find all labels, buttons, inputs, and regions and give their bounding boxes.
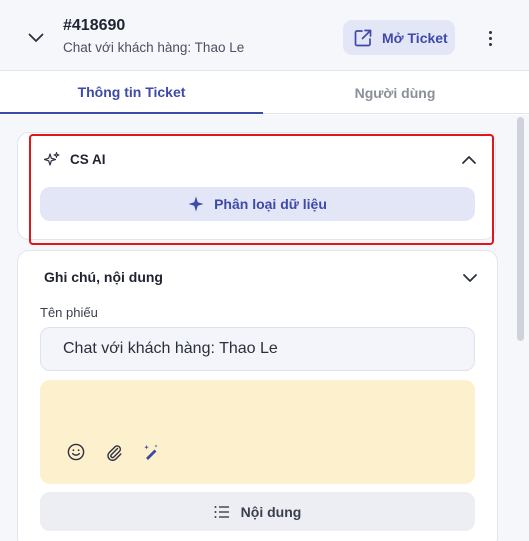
content-label: Nội dung	[240, 503, 302, 520]
tab-ticket-info[interactable]: Thông tin Ticket	[0, 72, 263, 114]
cs-ai-title: CS AI	[70, 152, 106, 167]
sparkle-icon	[43, 152, 60, 166]
open-ticket-button[interactable]: Mở Ticket	[343, 20, 455, 55]
chevron-up-icon[interactable]	[461, 152, 477, 168]
tab-user[interactable]: Người dùng	[263, 72, 527, 114]
ticket-header: #418690 Chat với khách hàng: Thao Le Mở …	[0, 0, 529, 71]
notes-section-title: Ghi chú, nội dung	[44, 269, 163, 285]
chevron-down-icon[interactable]	[24, 26, 48, 50]
ticket-subtitle: Chat với khách hàng: Thao Le	[63, 40, 245, 55]
scrollbar[interactable]	[517, 117, 524, 341]
tab-bar: Thông tin Ticket Người dùng	[0, 72, 529, 114]
ticket-name-label: Tên phiếu	[40, 305, 98, 320]
ticket-name-input[interactable]	[40, 327, 475, 371]
list-icon	[214, 505, 229, 518]
open-ticket-label: Mở Ticket	[382, 29, 448, 46]
external-link-icon	[354, 29, 372, 46]
paperclip-icon[interactable]	[104, 442, 124, 462]
content-button[interactable]: Nội dung	[40, 492, 475, 531]
emoji-icon[interactable]	[66, 442, 86, 462]
chevron-down-icon[interactable]	[462, 270, 478, 286]
more-options-icon[interactable]	[480, 26, 500, 50]
cs-ai-card	[17, 132, 496, 240]
classify-data-label: Phân loại dữ liệu	[214, 196, 327, 212]
ticket-id: #418690	[63, 17, 126, 34]
magic-pen-icon[interactable]	[141, 442, 161, 462]
classify-data-button[interactable]: Phân loại dữ liệu	[40, 187, 475, 221]
sparkle-solid-icon	[188, 196, 204, 212]
note-editor[interactable]	[40, 380, 475, 484]
